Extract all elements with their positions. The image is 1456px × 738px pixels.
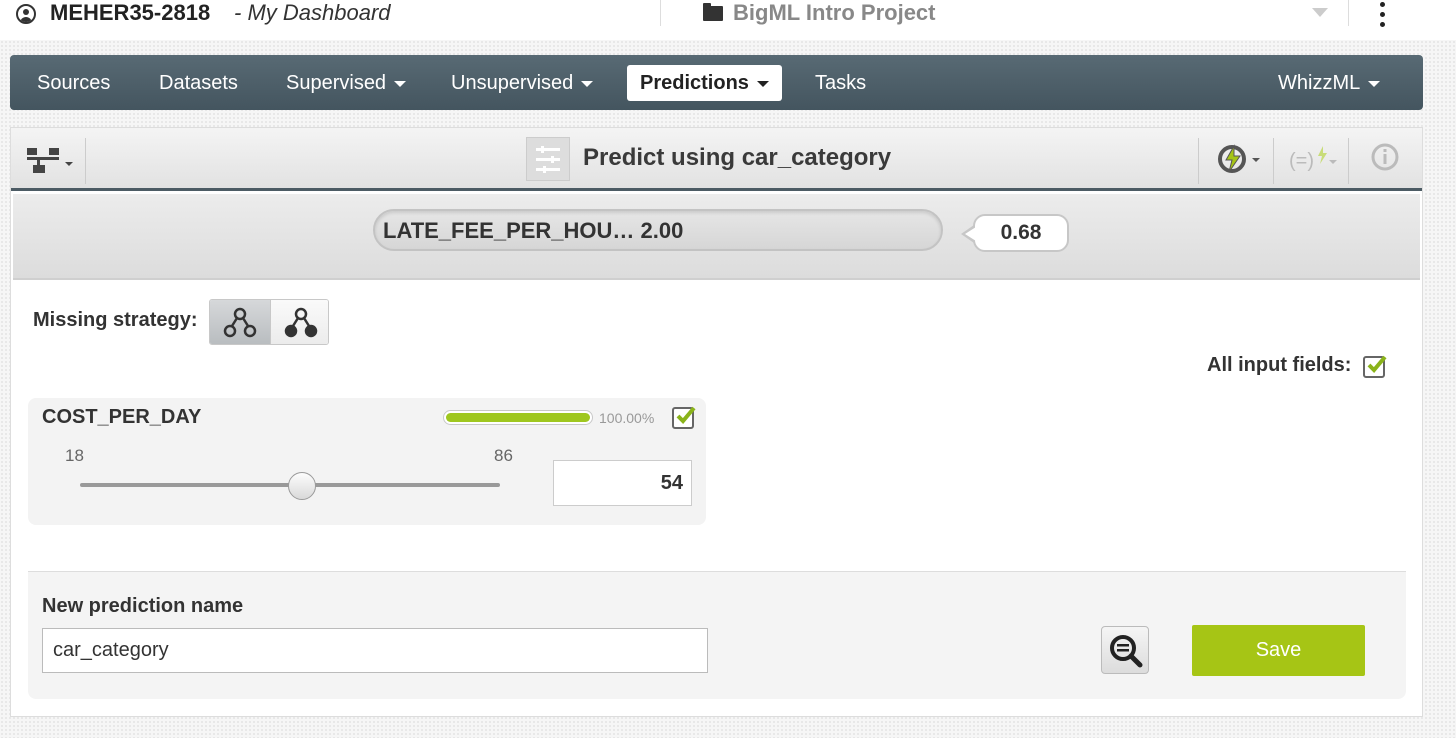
- page-title: Predict using car_category: [583, 144, 892, 171]
- user-circle-icon[interactable]: [16, 4, 36, 24]
- nav-label: Sources: [37, 72, 111, 94]
- missing-strategy-label: Missing strategy:: [33, 309, 198, 331]
- toolbar-divider: [1273, 138, 1274, 184]
- last-prediction-button[interactable]: [210, 300, 270, 344]
- range-min: 18: [65, 446, 84, 465]
- formula-lightning-icon[interactable]: (=): [1287, 142, 1337, 176]
- top-header: MEHER35-2818 - My Dashboard BigML Intro …: [0, 0, 1456, 40]
- main-nav: Sources Datasets Supervised Unsupervised…: [10, 55, 1423, 110]
- value-slider-handle[interactable]: [288, 472, 317, 500]
- search-inspect-icon[interactable]: [1101, 626, 1149, 674]
- prediction-panel: Predict using car_category (=) LATE_FEE_…: [10, 127, 1423, 717]
- prediction-name-label: New prediction name: [42, 595, 244, 617]
- prediction-input-summary[interactable]: LATE_FEE_PER_HOU… 2.00: [373, 209, 943, 251]
- lightning-cycle-icon[interactable]: [1214, 142, 1264, 176]
- kebab-menu-icon[interactable]: [1380, 2, 1388, 30]
- project-selector[interactable]: BigML Intro Project: [733, 0, 936, 26]
- info-icon[interactable]: [1371, 142, 1401, 176]
- nav-sources[interactable]: Sources: [24, 65, 123, 101]
- panel-toolbar: Predict using car_category (=): [11, 128, 1422, 191]
- importance-bar: [443, 410, 593, 425]
- importance-bar-fill: [446, 413, 590, 422]
- input-field-card: COST_PER_DAY 100.00% 18 86: [28, 398, 706, 525]
- nav-label: Supervised: [286, 72, 387, 94]
- nav-label: Unsupervised: [451, 72, 574, 94]
- header-divider: [1348, 0, 1349, 26]
- caret-down-icon: [394, 80, 407, 87]
- folder-icon: [703, 3, 723, 21]
- toolbar-divider: [85, 138, 86, 184]
- chevron-down-icon[interactable]: [1312, 8, 1328, 17]
- caret-down-icon: [581, 80, 594, 87]
- field-name: COST_PER_DAY: [42, 406, 202, 428]
- missing-strategy-toggle: [209, 299, 329, 345]
- ensemble-model-icon: [526, 137, 570, 181]
- field-checkbox[interactable]: [672, 406, 696, 429]
- importance-percent: 100.00%: [599, 410, 655, 426]
- field-value-input[interactable]: [553, 460, 692, 506]
- proportional-button[interactable]: [270, 300, 328, 344]
- nav-whizzml[interactable]: WhizzML: [1265, 65, 1393, 101]
- all-input-fields-label: All input fields:: [1207, 354, 1352, 376]
- nav-label: WhizzML: [1278, 72, 1361, 94]
- dashboard-title[interactable]: - My Dashboard: [234, 0, 391, 26]
- svg-text:(=): (=): [1289, 150, 1314, 172]
- header-divider: [660, 0, 661, 26]
- caret-down-icon: [756, 80, 769, 87]
- nav-supervised[interactable]: Supervised: [273, 65, 419, 101]
- user-name[interactable]: MEHER35-2818: [50, 0, 210, 26]
- prediction-input-text: LATE_FEE_PER_HOU… 2.00: [383, 218, 684, 243]
- nav-unsupervised[interactable]: Unsupervised: [438, 65, 606, 101]
- nav-tasks[interactable]: Tasks: [802, 65, 879, 101]
- tree-network-icon[interactable]: [25, 144, 81, 176]
- prediction-name-input[interactable]: [42, 628, 708, 673]
- prediction-name-section: New prediction name Save: [28, 572, 1406, 699]
- nav-predictions[interactable]: Predictions: [627, 65, 782, 101]
- nav-label: Tasks: [815, 72, 867, 94]
- toolbar-divider: [1348, 138, 1349, 184]
- range-max: 86: [494, 446, 513, 465]
- nav-datasets[interactable]: Datasets: [146, 65, 251, 101]
- save-button[interactable]: Save: [1192, 625, 1365, 676]
- toolbar-divider: [1198, 138, 1199, 184]
- nav-label: Predictions: [640, 72, 749, 94]
- nav-label: Datasets: [159, 72, 238, 94]
- prediction-strip: LATE_FEE_PER_HOU… 2.00 0.68: [13, 194, 1420, 280]
- all-input-fields-checkbox[interactable]: [1363, 355, 1387, 378]
- prediction-result: 0.68: [961, 214, 1069, 252]
- caret-down-icon: [1368, 80, 1381, 87]
